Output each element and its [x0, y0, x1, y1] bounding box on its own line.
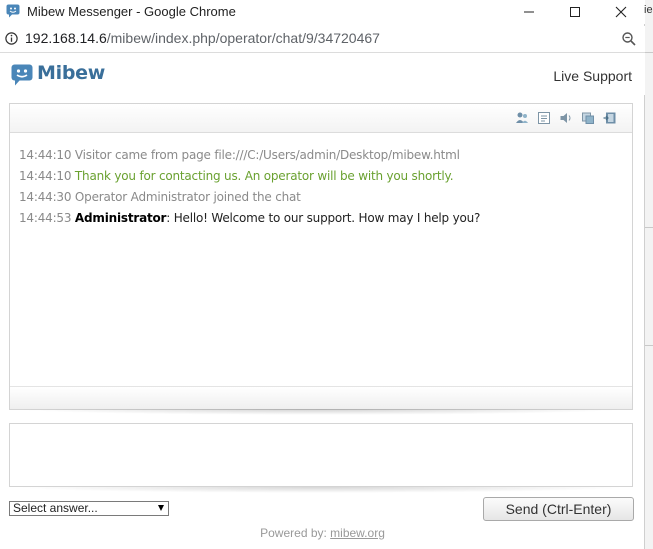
refresh-icon[interactable] [581, 111, 595, 125]
title-bar: Mibew Messenger - Google Chrome [0, 0, 645, 24]
message-row: 14:44:10 Visitor came from page file:///… [19, 146, 626, 167]
info-icon[interactable] [5, 32, 18, 45]
message-time: 14:44:30 [19, 190, 72, 204]
minimize-icon [524, 11, 534, 13]
message-row: 14:44:30 Operator Administrator joined t… [19, 188, 626, 209]
message-time: 14:44:53 [19, 211, 72, 225]
history-icon[interactable] [537, 111, 551, 125]
browser-window: Mibew Messenger - Google Chrome 192.168.… [0, 0, 645, 549]
chat-thread[interactable]: 14:44:10 Visitor came from page file:///… [9, 103, 633, 410]
message-row: 14:44:10 Thank you for contacting us. An… [19, 167, 626, 188]
close-chat-icon[interactable] [603, 111, 617, 125]
url-text[interactable]: 192.168.14.6/mibew/index.php/operator/ch… [25, 30, 380, 46]
live-support-label: Live Support [553, 68, 632, 84]
message-text: Thank you for contacting us. An operator… [74, 169, 454, 183]
message-time: 14:44:10 [19, 148, 72, 162]
message-author: Administrator [74, 211, 167, 225]
message-input[interactable] [10, 424, 636, 490]
powered-by-label: Powered by: [260, 526, 327, 540]
message-text: Operator Administrator joined the chat [74, 190, 301, 204]
user-icon[interactable] [515, 111, 529, 125]
input-shadow [14, 487, 628, 493]
message-time: 14:44:10 [19, 169, 72, 183]
powered-by: Powered by: mibew.org [0, 526, 645, 540]
minimize-button[interactable] [506, 0, 552, 24]
chat-toolbar [10, 104, 632, 133]
message-row: 14:44:53 Administrator: Hello! Welcome t… [19, 209, 626, 230]
message-text: Visitor came from page file:///C:/Users/… [74, 148, 460, 162]
background-divider [645, 345, 653, 346]
background-window: ie [644, 0, 653, 549]
sound-icon[interactable] [559, 111, 573, 125]
logo-text: Mibew [37, 62, 105, 84]
close-window-button[interactable] [598, 0, 644, 24]
message-text: : Hello! Welcome to our support. How may… [166, 211, 481, 225]
page-header: Mibew Live Support [0, 53, 645, 95]
answer-select-value: Select answer... [13, 501, 98, 515]
answer-select[interactable]: Select answer... [9, 501, 169, 516]
mibew-logo-icon [11, 64, 33, 86]
send-button[interactable]: Send (Ctrl-Enter) [483, 497, 634, 521]
dropdown-arrow-icon [158, 505, 164, 511]
maximize-icon [570, 7, 580, 17]
background-window-text: ie [644, 4, 653, 16]
message-input-box[interactable] [9, 423, 636, 490]
url-host: 192.168.14.6 [25, 30, 107, 46]
chat-shadow [14, 409, 628, 415]
address-bar[interactable]: 192.168.14.6/mibew/index.php/operator/ch… [0, 26, 645, 53]
zoom-icon[interactable] [621, 31, 637, 47]
background-divider [645, 52, 653, 53]
chat-thread-footer [10, 386, 632, 409]
close-icon [615, 6, 627, 18]
mibew-favicon-icon [6, 4, 20, 18]
message-list: 14:44:10 Visitor came from page file:///… [19, 146, 626, 230]
window-title: Mibew Messenger - Google Chrome [27, 4, 236, 19]
mibew-link[interactable]: mibew.org [330, 526, 385, 540]
maximize-button[interactable] [552, 0, 598, 24]
url-path: /mibew/index.php/operator/chat/9/3472046… [106, 30, 380, 46]
background-divider [645, 227, 653, 228]
